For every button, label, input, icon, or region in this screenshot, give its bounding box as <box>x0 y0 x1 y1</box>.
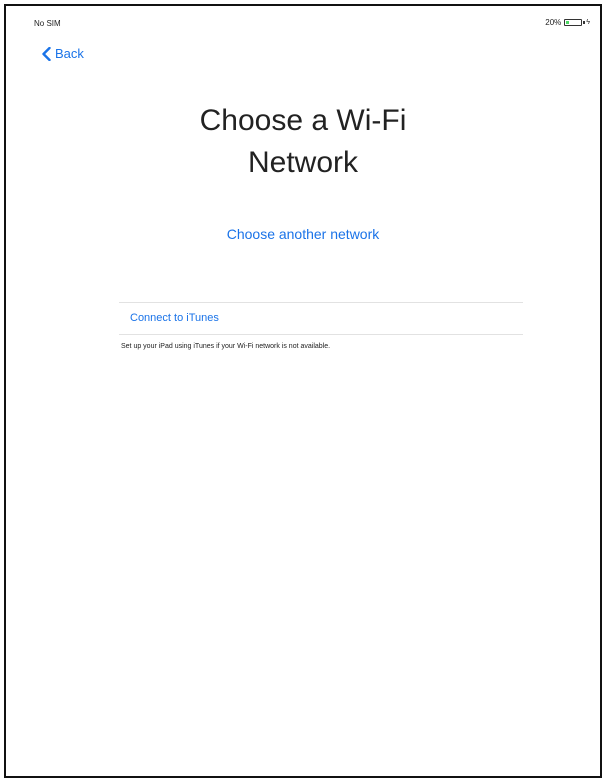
bolt-icon: ϟ <box>586 19 590 26</box>
choose-another-network-button[interactable]: Choose another network <box>6 226 600 242</box>
back-button[interactable]: Back <box>42 46 84 61</box>
divider <box>119 334 523 335</box>
battery-level-fill <box>566 21 570 24</box>
itunes-footnote: Set up your iPad using iTunes if your Wi… <box>121 343 331 350</box>
battery-percent: 20% <box>545 18 562 27</box>
carrier-label: No SIM <box>34 19 61 28</box>
chevron-left-icon <box>42 46 51 61</box>
divider <box>119 302 523 303</box>
back-label: Back <box>55 46 84 61</box>
device-screen: No SIM 20% ϟ Back Choose a Wi-Fi Network… <box>4 4 602 778</box>
page-title-line1: Choose a Wi-Fi <box>199 104 407 137</box>
page-title: Choose a Wi-Fi Network <box>6 100 600 184</box>
battery-icon <box>564 19 583 26</box>
battery-tip <box>583 21 586 24</box>
connect-to-itunes-link[interactable]: Connect to iTunes <box>130 312 219 324</box>
page-title-line2: Network <box>247 146 359 179</box>
battery-indicator: 20% ϟ <box>545 18 590 27</box>
